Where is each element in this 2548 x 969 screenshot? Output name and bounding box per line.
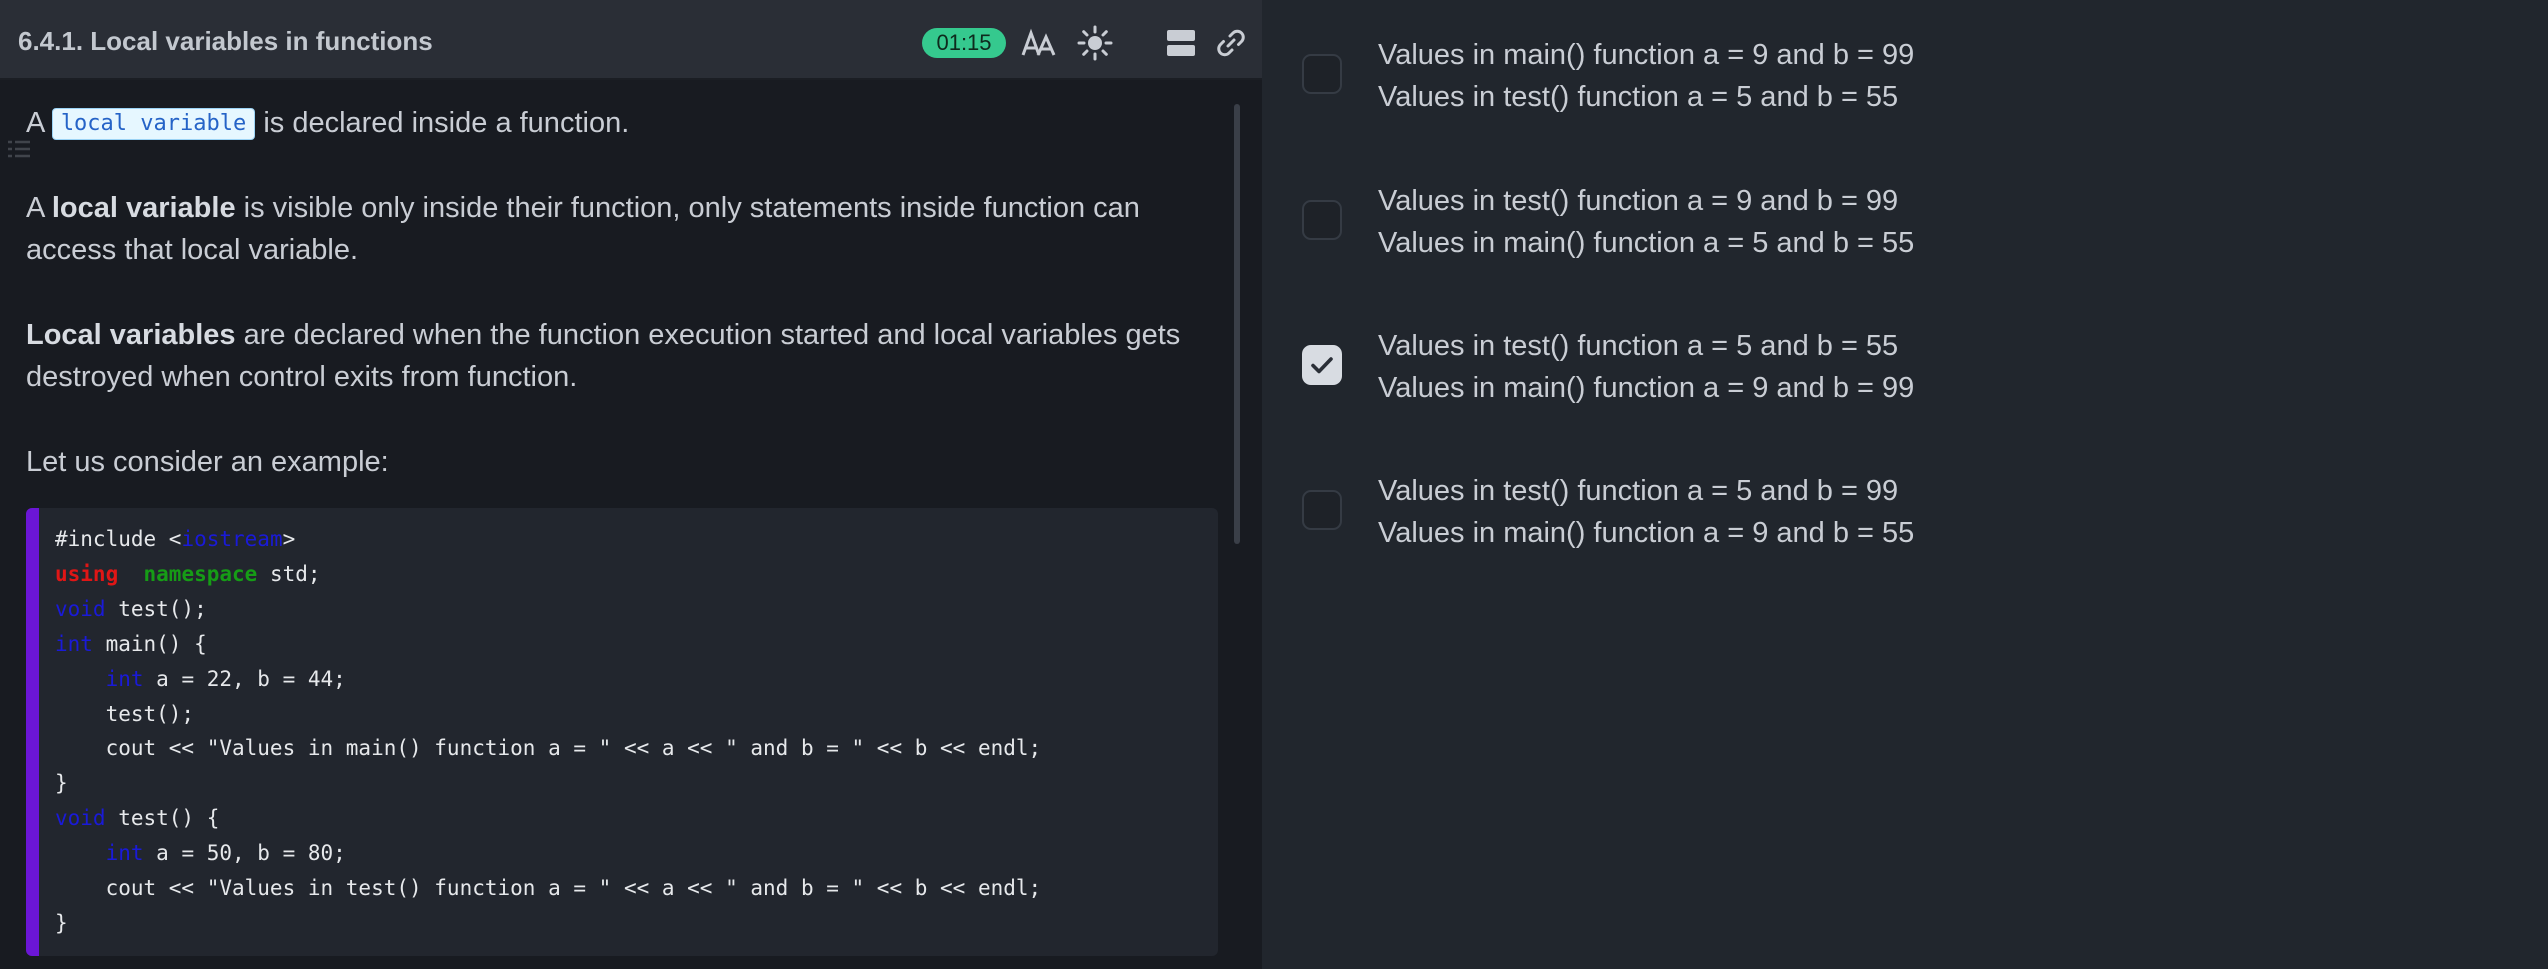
code-line: int a = 50, b = 80; bbox=[105, 841, 346, 866]
checkmark-icon bbox=[1311, 357, 1333, 374]
answer-option-4[interactable]: Values in test() function a = 5 and b = … bbox=[1302, 470, 2502, 570]
layout-icon[interactable] bbox=[1162, 24, 1200, 62]
p2-lead: A bbox=[26, 192, 44, 224]
code-line: } bbox=[55, 910, 68, 935]
lesson-panel: 6.4.1. Local variables in functions 01:1… bbox=[0, 0, 1262, 969]
answer-panel: Values in main() function a = 9 and b = … bbox=[1262, 0, 2548, 969]
paragraph-2: A local variable is visible only inside … bbox=[26, 187, 1226, 271]
theme-sun-icon[interactable] bbox=[1076, 24, 1114, 62]
p1-lead: A bbox=[26, 107, 44, 139]
option-checkbox-checked[interactable] bbox=[1302, 345, 1342, 385]
p1-text: is declared inside a function. bbox=[263, 107, 630, 139]
code-line: test(); bbox=[55, 701, 195, 726]
paragraph-3: Local variables are declared when the fu… bbox=[26, 314, 1226, 398]
paragraph-4: Let us consider an example: bbox=[26, 446, 389, 478]
answer-option-3[interactable]: Values in test() function a = 5 and b = … bbox=[1302, 325, 2502, 425]
page-title: 6.4.1. Local variables in functions bbox=[18, 26, 433, 56]
option-text: Values in main() function a = 9 and b = … bbox=[1378, 39, 1915, 113]
code-block: #include <iostream> using namespace std;… bbox=[26, 508, 1218, 956]
paragraph-1: A local variable is declared inside a fu… bbox=[26, 102, 1226, 144]
link-icon[interactable] bbox=[1212, 24, 1250, 62]
timer-badge: 01:15 bbox=[922, 28, 1006, 58]
code-accent-bar bbox=[26, 508, 39, 956]
code-line: cout << "Values in test() function a = "… bbox=[55, 876, 1042, 901]
p3-bold: Local variables bbox=[26, 319, 236, 351]
code-line: void test() { bbox=[55, 806, 220, 831]
lesson-content: A local variable is declared inside a fu… bbox=[26, 102, 1226, 526]
code-line: #include <iostream> bbox=[55, 527, 296, 551]
code-line: int a = 22, b = 44; bbox=[105, 666, 346, 691]
code-line: } bbox=[55, 771, 68, 796]
option-text: Values in test() function a = 9 and b = … bbox=[1378, 185, 1915, 259]
option-checkbox[interactable] bbox=[1302, 490, 1342, 530]
option-checkbox[interactable] bbox=[1302, 200, 1342, 240]
option-text: Values in test() function a = 5 and b = … bbox=[1378, 475, 1915, 549]
code-listing: #include <iostream> using namespace std;… bbox=[55, 522, 1041, 941]
code-line: int main() { bbox=[55, 631, 207, 656]
answer-option-2[interactable]: Values in test() function a = 9 and b = … bbox=[1302, 180, 2502, 280]
p3-line1: are declared when the function execution… bbox=[243, 319, 1181, 351]
inline-code-local-variable: local variable bbox=[51, 108, 256, 140]
p2-line1: is visible only inside their function, o… bbox=[243, 192, 1140, 224]
p3-line2: destroyed when control exits from functi… bbox=[26, 361, 578, 393]
code-line: using namespace std; bbox=[55, 561, 321, 586]
lesson-header: 6.4.1. Local variables in functions 01:1… bbox=[0, 0, 1262, 80]
code-line: cout << "Values in main() function a = "… bbox=[55, 736, 1042, 761]
content-scrollbar[interactable] bbox=[1234, 104, 1240, 544]
p2-line2: access that local variable. bbox=[26, 234, 359, 266]
answer-option-1[interactable]: Values in main() function a = 9 and b = … bbox=[1302, 34, 2502, 134]
font-size-icon[interactable] bbox=[1020, 24, 1058, 62]
p2-bold: local variable bbox=[51, 192, 236, 224]
option-checkbox[interactable] bbox=[1302, 54, 1342, 94]
code-line: void test(); bbox=[55, 596, 207, 621]
app-root: 6.4.1. Local variables in functions 01:1… bbox=[0, 0, 2548, 969]
option-text: Values in test() function a = 5 and b = … bbox=[1378, 330, 1915, 404]
